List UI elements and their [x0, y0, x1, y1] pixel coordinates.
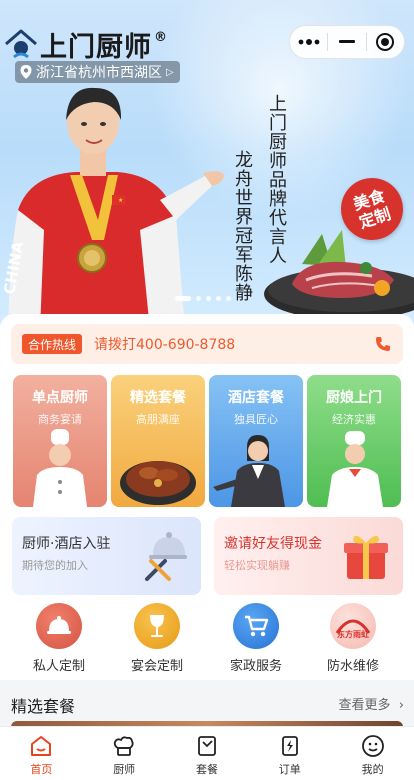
service-subtitle: 独具匠心: [234, 413, 278, 426]
hotline-text: 请拨打400-690-8788: [94, 337, 236, 353]
quick-links: 私人定制 宴会定制 家政服务 东方雨虹 防水维修: [0, 603, 414, 674]
minimize-button[interactable]: [328, 26, 365, 58]
service-subtitle: 高朋满座: [136, 413, 180, 426]
registered-mark: ®: [154, 29, 167, 45]
service-card-hotel-set[interactable]: 酒店套餐 独具匠心: [209, 375, 303, 507]
tab-home[interactable]: 首页: [0, 727, 83, 780]
service-card-set-meal[interactable]: 精选套餐 高朋满座: [111, 375, 205, 507]
chef-hotel-join-banner[interactable]: 厨师·酒店入驻 期待您的加入: [12, 517, 201, 595]
carousel-dot[interactable]: [226, 296, 231, 301]
service-title: 酒店套餐: [228, 390, 284, 406]
hero-banner[interactable]: ★ CHINA 上门厨师 ® 浙江省杭州市西湖区 ▷ 上门厨师品牌代言人 龙舟世…: [0, 0, 414, 330]
location-text: 浙江省杭州市西湖区: [36, 65, 162, 81]
utensils-cloche-icon: [145, 532, 187, 581]
section-title: 精选套餐: [11, 697, 76, 716]
service-subtitle: 经济实惠: [332, 413, 376, 426]
location-selector[interactable]: 浙江省杭州市西湖区 ▷: [15, 61, 180, 83]
tab-profile[interactable]: 我的: [331, 727, 414, 780]
carousel-dot[interactable]: [206, 296, 211, 301]
spokesperson-figure: ★ CHINA: [0, 87, 224, 330]
profile-smile-icon: [361, 735, 384, 757]
hotline-bar[interactable]: 合作热线 请拨打400-690-8788: [11, 324, 403, 364]
dish-image: [120, 461, 196, 505]
service-subtitle: 商务宴请: [38, 413, 82, 426]
promo-title: 邀请好友得现金: [224, 536, 322, 552]
tab-orders[interactable]: 订单: [248, 727, 331, 780]
service-grid: 单点厨师 商务宴请 精选套餐 高朋满座 酒店套餐 独具匠心 厨娘上门 经济实惠: [13, 375, 403, 507]
quick-link-waterproof-repair[interactable]: 东方雨虹 防水维修: [313, 603, 393, 674]
tab-package[interactable]: 套餐: [166, 727, 249, 780]
hotline-tag: 合作热线: [22, 334, 83, 354]
view-more-link[interactable]: 查看更多 ›: [339, 694, 405, 713]
wine-glass-icon: [134, 603, 180, 649]
banner-slogan-line2: 龙舟世界冠军陈静: [232, 150, 253, 302]
quick-link-banquet-custom[interactable]: 宴会定制: [117, 603, 197, 674]
featured-packages-header: 精选套餐 查看更多 ›: [0, 681, 414, 723]
repair-brand-text: 东方雨虹: [337, 629, 369, 639]
service-card-single-chef[interactable]: 单点厨师 商务宴请: [13, 375, 107, 507]
cart-icon: [233, 603, 279, 649]
gift-box-icon: [344, 535, 388, 579]
brand-logo: 上门厨师 ®: [4, 26, 167, 63]
quick-link-label: 家政服务: [229, 659, 282, 674]
carousel-indicator: [175, 296, 231, 301]
waitress-figure-image: [213, 435, 285, 507]
mini-program-capsule: [289, 25, 405, 59]
tab-label: 我的: [361, 763, 384, 776]
repair-brand-icon: 东方雨虹: [330, 603, 376, 649]
service-title: 精选套餐: [130, 390, 186, 406]
carousel-dot[interactable]: [216, 296, 221, 301]
cook-lady-figure-image: [327, 431, 383, 507]
steak-dish-illustration: [264, 230, 414, 320]
service-card-cook-lady[interactable]: 厨娘上门 经济实惠: [307, 375, 401, 507]
quick-link-label: 私人定制: [32, 659, 85, 674]
location-pin-icon: [20, 65, 32, 79]
close-button[interactable]: [367, 26, 404, 58]
chef-hat-icon: [114, 736, 134, 756]
carousel-dot[interactable]: [196, 296, 201, 301]
invite-friends-banner[interactable]: 邀请好友得现金 轻松实现躺赚: [214, 517, 403, 595]
tab-label: 首页: [30, 763, 53, 776]
chevron-right-icon: ▷: [166, 66, 174, 78]
svg-text:★: ★: [118, 197, 123, 204]
quick-link-label: 宴会定制: [130, 659, 183, 674]
quick-link-housekeeping[interactable]: 家政服务: [216, 603, 296, 674]
service-title: 厨娘上门: [326, 390, 382, 406]
chevron-right-icon: ›: [394, 698, 404, 713]
phone-icon[interactable]: [375, 336, 391, 352]
brand-name: 上门厨师: [40, 31, 152, 63]
view-more-label: 查看更多: [338, 698, 391, 713]
tab-label: 厨师: [113, 763, 136, 776]
minus-icon: [338, 40, 355, 43]
tab-label: 订单: [278, 763, 301, 776]
quick-link-private-custom[interactable]: 私人定制: [19, 603, 99, 674]
promo-title: 厨师·酒店入驻: [22, 536, 111, 552]
more-dots-icon: [298, 39, 320, 45]
more-button[interactable]: [290, 26, 327, 58]
cloche-icon: [36, 603, 82, 649]
quick-link-label: 防水维修: [326, 659, 379, 674]
package-icon: [198, 736, 216, 756]
tab-chef[interactable]: 厨师: [83, 727, 166, 780]
order-icon: [281, 736, 298, 756]
carousel-dot[interactable]: [175, 296, 191, 301]
chef-hat-house-icon: [5, 29, 37, 59]
target-close-icon: [376, 33, 395, 51]
promo-subtitle: 轻松实现躺赚: [224, 559, 290, 572]
tab-label: 套餐: [195, 763, 218, 776]
home-icon: [31, 736, 52, 756]
promo-subtitle: 期待您的加入: [22, 559, 88, 572]
service-title: 单点厨师: [32, 390, 88, 406]
chef-figure-image: [33, 429, 87, 507]
bottom-tab-bar: 首页 厨师 套餐 订单 我的: [0, 726, 414, 780]
